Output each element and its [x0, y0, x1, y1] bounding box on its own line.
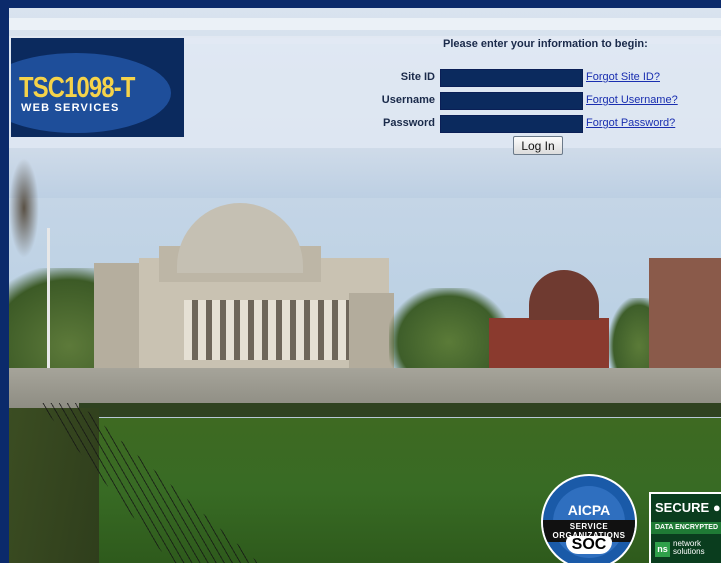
password-label: Password: [383, 117, 435, 129]
page: TSC1098-T WEB SERVICES Please enter your…: [0, 0, 721, 563]
aicpa-title: AICPA: [567, 502, 611, 518]
background-photo: TSC1098-T WEB SERVICES Please enter your…: [9, 8, 721, 563]
secure-vendor-2: solutions: [673, 547, 705, 556]
username-input[interactable]: [440, 92, 583, 110]
aicpa-soc-badge[interactable]: AICPA SERVICE ORGANIZATIONS SOC: [541, 474, 637, 563]
building-wing-right: [349, 293, 394, 373]
password-input[interactable]: [440, 115, 583, 133]
forgot-site-id-link[interactable]: Forgot Site ID?: [586, 71, 660, 83]
username-row: Username Forgot Username?: [9, 92, 721, 110]
username-label: Username: [381, 94, 435, 106]
secure-seal-badge[interactable]: SECURE ● DATA ENCRYPTED ns network solut…: [649, 492, 721, 563]
top-border: [9, 0, 721, 8]
hedge: [79, 403, 721, 417]
lock-icon: ●: [712, 500, 721, 515]
secure-vendor: network solutions: [673, 540, 705, 556]
secure-title-text: SECURE: [655, 500, 710, 515]
header-stripe: [9, 18, 721, 30]
login-prompt: Please enter your information to begin:: [443, 38, 648, 50]
library-columns: [184, 300, 354, 360]
site-id-label: Site ID: [400, 71, 435, 83]
secure-title: SECURE ●: [655, 500, 721, 515]
left-border: [0, 0, 9, 563]
aicpa-soc: SOC: [566, 536, 612, 554]
site-id-input[interactable]: [440, 69, 583, 87]
forgot-password-link[interactable]: Forgot Password?: [586, 117, 675, 129]
tree-left: [9, 158, 39, 258]
network-solutions-logo: ns: [655, 542, 670, 557]
site-id-row: Site ID Forgot Site ID?: [9, 69, 721, 87]
forgot-username-link[interactable]: Forgot Username?: [586, 94, 678, 106]
password-row: Password Forgot Password?: [9, 115, 721, 133]
secure-band: DATA ENCRYPTED: [651, 522, 721, 534]
login-button[interactable]: Log In: [513, 136, 563, 155]
